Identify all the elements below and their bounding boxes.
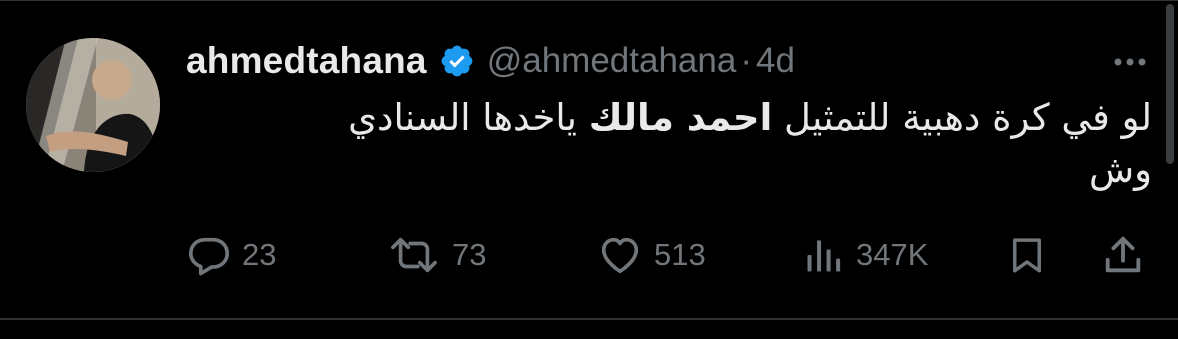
views-button[interactable]: 347K (802, 222, 928, 288)
bookmark-button[interactable] (1006, 222, 1048, 288)
views-count: 347K (856, 237, 929, 272)
retweet-icon (391, 237, 437, 273)
tweet-action-bar: 23 73 513 347K (0, 222, 1178, 288)
heart-icon (601, 237, 639, 274)
top-divider (0, 0, 1178, 1)
reply-button[interactable]: 23 (186, 222, 276, 288)
bottom-divider (0, 318, 1178, 320)
retweet-button[interactable]: 73 (386, 222, 486, 288)
reply-count: 23 (242, 237, 277, 272)
profile-photo-icon (26, 38, 160, 172)
tweet-text-segment-1: لو في كرة دهبية للتمثيل (784, 96, 1152, 139)
tweet-text-line-1: لو في كرة دهبية للتمثيل احمد مالك ياخدها… (186, 92, 1152, 144)
bookmark-icon (1013, 238, 1041, 273)
tweet-timestamp[interactable]: 4d (756, 41, 795, 81)
tweet-text: لو في كرة دهبية للتمثيل احمد مالك ياخدها… (186, 92, 1152, 196)
retweet-count: 73 (452, 237, 487, 272)
share-button[interactable] (1100, 222, 1146, 288)
tweet-text-line-2: وش (1088, 148, 1152, 191)
tweet-text-bold-name: احمد مالك (588, 96, 773, 139)
tweet-header: ahmedtahana @ahmedtahana · 4d (186, 36, 795, 86)
avatar[interactable] (26, 38, 160, 172)
more-options-icon[interactable] (1110, 50, 1150, 74)
reply-icon (188, 237, 230, 276)
author-handle[interactable]: @ahmedtahana (487, 41, 737, 81)
analytics-icon (807, 240, 841, 272)
author-display-name[interactable]: ahmedtahana (186, 40, 427, 82)
scrollbar-thumb[interactable] (1166, 4, 1174, 164)
verified-badge-icon[interactable] (439, 43, 475, 79)
share-icon (1105, 236, 1141, 273)
like-button[interactable]: 513 (596, 222, 706, 288)
separator-dot: · (740, 41, 752, 80)
tweet-text-segment-2: ياخدها السنادي (348, 96, 577, 139)
like-count: 513 (654, 237, 706, 272)
